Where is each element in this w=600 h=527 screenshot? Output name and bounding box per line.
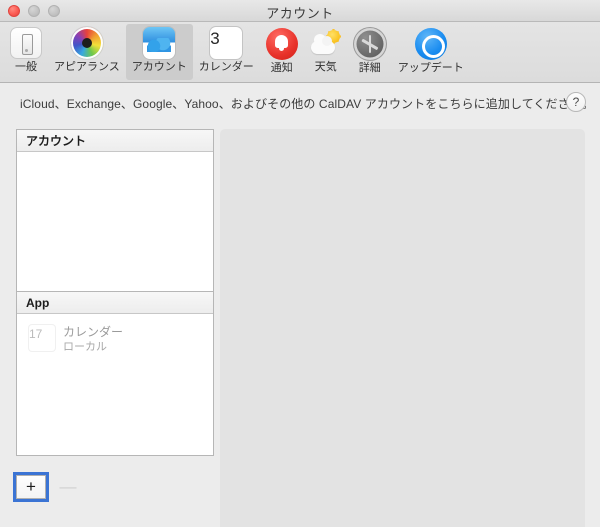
- toolbar-label-advanced: 詳細: [358, 62, 381, 74]
- color-wheel-icon: [70, 27, 103, 59]
- bell-icon: [265, 28, 298, 60]
- calendar-icon-day: 17: [29, 327, 43, 341]
- app-panel: App 17 カレンダー ローカル: [16, 292, 214, 456]
- accounts-list[interactable]: [17, 152, 213, 291]
- title-bar: アカウント: [0, 0, 600, 22]
- description-row: iCloud、Exchange、Google、Yahoo、およびその他の Cal…: [0, 83, 600, 123]
- accounts-panel: アカウント: [16, 129, 214, 292]
- sidebar-buttons: + —: [16, 475, 83, 499]
- window-title: アカウント: [266, 6, 334, 21]
- toolbar-label-accounts: アカウント: [131, 61, 187, 73]
- toolbar-item-general[interactable]: 一般: [4, 24, 48, 80]
- detail-pane: [220, 129, 585, 527]
- toolbar-item-accounts[interactable]: アカウント: [125, 24, 193, 80]
- add-account-button[interactable]: +: [16, 475, 46, 499]
- toolbar-label-appearance: アピアランス: [54, 61, 120, 73]
- refresh-icon: [414, 28, 447, 60]
- remove-account-button: —: [59, 477, 77, 496]
- content-area: iCloud、Exchange、Google、Yahoo、およびその他の Cal…: [0, 83, 600, 527]
- app-list[interactable]: 17 カレンダー ローカル: [17, 314, 213, 455]
- list-item-name: カレンダー: [63, 325, 124, 339]
- preferences-toolbar: 一般 アピアランス アカウント 3 カレンダー 通知 天気 詳細 アップデート: [0, 22, 600, 83]
- calendar-icon: 3: [210, 27, 243, 59]
- preferences-window: アカウント 一般 アピアランス アカウント 3 カレンダー 通知 天気 詳細 ア…: [0, 0, 600, 527]
- app-panel-header: App: [17, 292, 213, 314]
- toolbar-label-general: 一般: [15, 61, 37, 73]
- help-button[interactable]: ?: [566, 92, 586, 112]
- toolbar-item-appearance[interactable]: アピアランス: [48, 24, 126, 80]
- list-item-subtitle: ローカル: [63, 341, 107, 353]
- toolbar-label-calendar: カレンダー: [198, 61, 254, 73]
- toolbar-item-calendar[interactable]: 3 カレンダー: [193, 24, 260, 80]
- accounts-panel-header: アカウント: [17, 130, 213, 152]
- toolbar-item-weather[interactable]: 天気: [304, 24, 348, 80]
- weather-icon: [310, 27, 342, 59]
- gear-disc-icon: [353, 28, 386, 60]
- device-icon: [10, 27, 42, 59]
- cloud-icon: [310, 34, 335, 54]
- calendar-icon: 17: [29, 325, 55, 351]
- toolbar-item-notifications[interactable]: 通知: [260, 24, 304, 80]
- calendar-icon-day: 3: [210, 29, 220, 48]
- list-item[interactable]: 17 カレンダー ローカル: [17, 320, 213, 358]
- toolbar-label-update: アップデート: [397, 62, 464, 74]
- icloud-icon: [143, 27, 176, 59]
- toolbar-item-update[interactable]: アップデート: [392, 24, 470, 80]
- toolbar-item-advanced[interactable]: 詳細: [348, 24, 392, 80]
- sidebar: アカウント App 17 カレンダー ローカル + —: [16, 129, 214, 499]
- toolbar-label-weather: 天気: [314, 61, 337, 73]
- toolbar-label-notifications: 通知: [270, 62, 293, 74]
- list-item-text: カレンダー ローカル: [63, 324, 123, 354]
- description-text: iCloud、Exchange、Google、Yahoo、およびその他の Cal…: [20, 96, 594, 111]
